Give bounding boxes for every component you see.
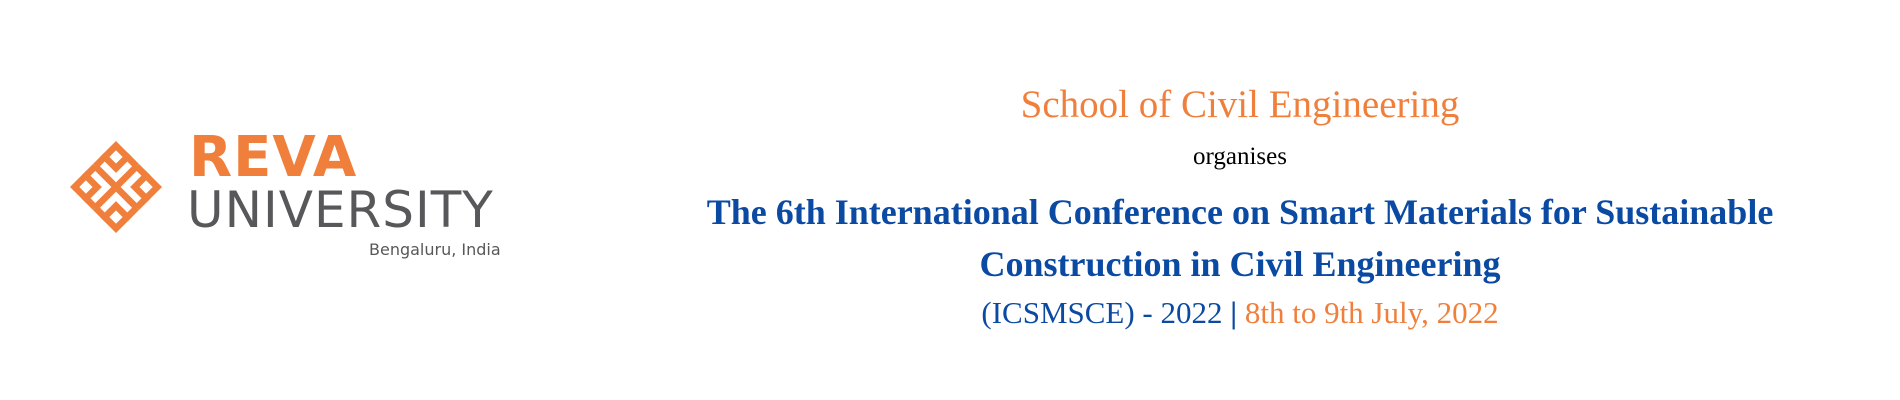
conference-acronym: (ICSMSCE) - 2022: [981, 295, 1223, 330]
conference-title-line1: The 6th International Conference on Smar…: [706, 192, 1774, 232]
conference-dates: 8th to 9th July, 2022: [1244, 295, 1499, 330]
logo-wordmark-reva: REVA: [189, 125, 358, 190]
conference-title: The 6th International Conference on Smar…: [640, 186, 1840, 290]
logo-location: Bengaluru, India: [369, 240, 501, 259]
conference-header: School of Civil Engineering organises Th…: [640, 80, 1840, 334]
university-logo: REVA UNIVERSITY Bengaluru, India: [55, 130, 555, 280]
reva-knot-icon: [69, 140, 163, 234]
subtitle-separator: |: [1230, 295, 1238, 330]
conference-title-line2: Construction in Civil Engineering: [979, 244, 1501, 284]
conference-subtitle: (ICSMSCE) - 2022 | 8th to 9th July, 2022: [640, 292, 1840, 334]
logo-wordmark-university: UNIVERSITY: [187, 181, 494, 239]
organises-text: organises: [1193, 143, 1287, 170]
school-name: School of Civil Engineering: [1020, 83, 1460, 126]
